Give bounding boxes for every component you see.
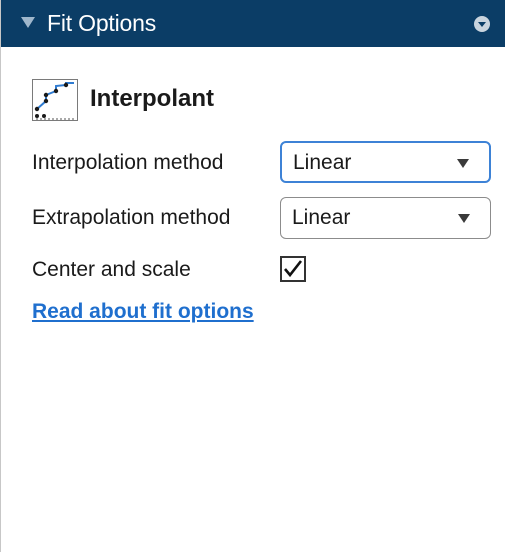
center-and-scale-label: Center and scale — [32, 258, 191, 281]
circle-chevron-down-icon[interactable] — [474, 16, 490, 32]
extrapolation-method-label: Extrapolation method — [32, 206, 231, 229]
panel-titlebar[interactable]: Fit Options — [1, 0, 505, 47]
interpolant-plot-icon — [32, 79, 78, 121]
panel-title: Fit Options — [47, 10, 157, 36]
center-and-scale-checkbox[interactable] — [280, 256, 306, 282]
extrapolation-method-value: Linear — [292, 206, 351, 229]
dropdown-arrow-icon[interactable] — [457, 159, 469, 168]
fit-options-panel: Fit Options Interpolant Interpolation me… — [0, 0, 505, 552]
interpolation-method-value: Linear — [293, 151, 352, 174]
dropdown-arrow-icon[interactable] — [458, 214, 470, 223]
interpolation-method-label: Interpolation method — [32, 151, 224, 174]
triangle-down-icon[interactable] — [21, 17, 35, 28]
checkmark-icon — [284, 260, 303, 278]
interpolation-method-dropdown[interactable]: Linear — [280, 141, 491, 183]
read-about-fit-options-link[interactable]: Read about fit options — [32, 299, 254, 325]
fit-type-label: Interpolant — [90, 85, 214, 112]
extrapolation-method-dropdown[interactable]: Linear — [280, 197, 491, 239]
